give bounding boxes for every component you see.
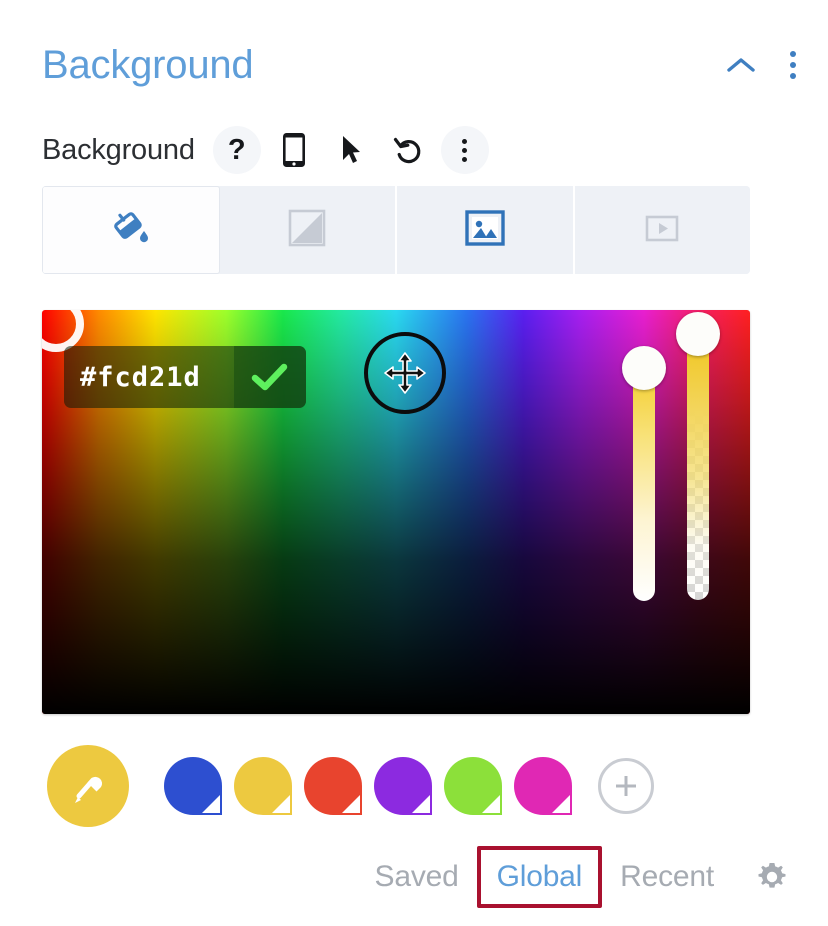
- eyedropper-icon: [75, 776, 103, 803]
- swatch-notch: [202, 795, 220, 813]
- color-fill-tab[interactable]: [42, 186, 220, 274]
- reset-undo-icon[interactable]: [384, 126, 432, 174]
- move-cursor-icon[interactable]: [364, 332, 446, 414]
- swatch-row: [0, 730, 828, 842]
- hex-input[interactable]: #fcd21d: [64, 362, 234, 393]
- gradient-icon: [287, 208, 327, 253]
- swatch-purple[interactable]: [374, 757, 432, 815]
- tab-saved[interactable]: Saved: [361, 854, 473, 900]
- hex-value-chip[interactable]: #fcd21d: [64, 346, 306, 408]
- swatch-green[interactable]: [444, 757, 502, 815]
- module-header: Background: [0, 28, 828, 102]
- help-glyph: ?: [227, 133, 246, 166]
- swatch-notch: [272, 795, 290, 813]
- alpha-slider-handle[interactable]: [676, 312, 720, 356]
- swatch-notch: [412, 795, 430, 813]
- tab-recent[interactable]: Recent: [606, 854, 728, 900]
- header-actions: [724, 48, 806, 82]
- help-icon[interactable]: ?: [212, 126, 261, 174]
- plus-icon: [616, 776, 636, 796]
- swatch-notch: [552, 795, 570, 813]
- tab-global[interactable]: Global: [483, 854, 597, 900]
- paint-bucket-icon: [110, 207, 152, 254]
- background-type-tabs: [42, 186, 750, 274]
- global-swatches: [164, 757, 654, 815]
- palette-source-tabs: Saved Global Recent: [0, 842, 828, 912]
- image-icon: [464, 207, 506, 254]
- toolbar-label: Background: [42, 133, 195, 166]
- video-tab[interactable]: [574, 186, 750, 274]
- toolbar-icons: ?: [212, 126, 489, 174]
- hover-cursor-icon[interactable]: [327, 126, 375, 174]
- image-tab[interactable]: [397, 186, 575, 274]
- kebab-dots: [462, 138, 468, 162]
- swatch-gold[interactable]: [234, 757, 292, 815]
- responsive-mobile-icon[interactable]: [270, 126, 318, 174]
- eyedropper-swatch[interactable]: [34, 732, 142, 840]
- chevron-up-icon[interactable]: [724, 48, 758, 82]
- confirm-color-button[interactable]: [234, 346, 306, 408]
- options-kebab-icon[interactable]: [440, 126, 489, 174]
- annotation-highlight: Global: [476, 846, 603, 908]
- add-swatch-button[interactable]: [598, 758, 654, 814]
- swatch-notch: [482, 795, 500, 813]
- swatch-blue[interactable]: [164, 757, 222, 815]
- kebab-menu-icon[interactable]: [780, 48, 806, 82]
- gradient-tab[interactable]: [219, 186, 397, 274]
- page-title: Background: [42, 43, 254, 87]
- eyedropper-swatch-fill: [47, 745, 129, 827]
- swatch-notch: [342, 795, 360, 813]
- color-picker-field[interactable]: #fcd21d: [42, 310, 750, 714]
- checkmark-icon: [251, 363, 288, 391]
- background-toolbar: Background ?: [0, 118, 828, 182]
- swatch-red[interactable]: [304, 757, 362, 815]
- alpha-slider[interactable]: [687, 328, 709, 600]
- gear-icon[interactable]: [754, 859, 790, 895]
- video-icon: [642, 208, 682, 253]
- swatch-magenta[interactable]: [514, 757, 572, 815]
- value-slider-handle[interactable]: [622, 346, 666, 390]
